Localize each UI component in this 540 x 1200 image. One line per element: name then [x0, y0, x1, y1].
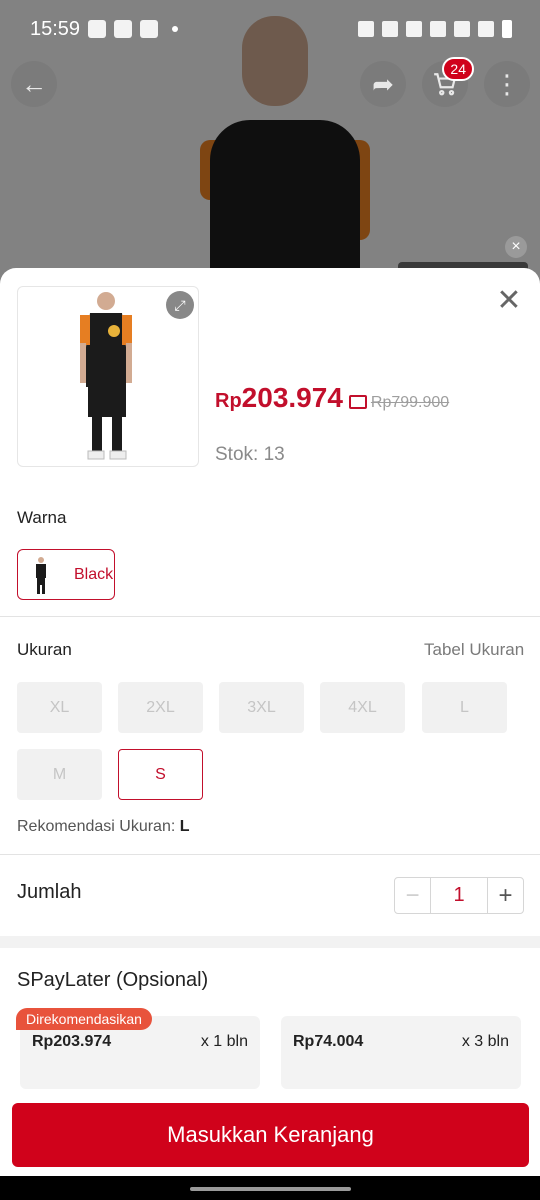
alarm-icon: [382, 21, 398, 37]
size-chart-link[interactable]: Tabel Ukuran: [424, 640, 524, 660]
size-option-2xl[interactable]: 2XL: [118, 682, 203, 733]
status-time: 15:59: [30, 18, 81, 40]
size-option-3xl[interactable]: 3XL: [219, 682, 304, 733]
mute-icon: [406, 21, 422, 37]
price-value: 203.974: [241, 382, 343, 413]
size-recommendation-value: L: [179, 818, 190, 835]
size-option-m[interactable]: M: [17, 749, 102, 800]
status-bar: 15:59: [0, 0, 540, 60]
more-vertical-icon: ⋮: [494, 68, 520, 99]
cart-button[interactable]: 24: [422, 57, 474, 107]
call-icon: [140, 20, 158, 38]
arrow-left-icon: ←: [21, 68, 47, 99]
volte-icon: [454, 21, 470, 37]
section-separator: [0, 936, 540, 948]
recommended-badge: Direkomendasikan: [16, 1008, 152, 1030]
product-thumbnail[interactable]: ⤢: [17, 286, 199, 467]
price-currency: Rp: [215, 390, 242, 412]
wifi-icon: [430, 21, 446, 37]
spaylater-amount: Rp203.974: [32, 1033, 112, 1050]
home-gesture-handle[interactable]: [190, 1187, 351, 1191]
share-button[interactable]: ➦: [360, 61, 406, 107]
color-section-label: Warna: [17, 508, 67, 527]
size-option-4xl[interactable]: 4XL: [320, 682, 405, 733]
size-section-label: Ukuran: [17, 640, 72, 659]
color-thumbnail: [36, 556, 46, 594]
line-app-icon: [114, 20, 132, 38]
cart-count-badge: 24: [442, 57, 474, 81]
stock-label: Stok: 13: [215, 444, 285, 465]
quantity-stepper: − 1 +: [394, 877, 524, 914]
battery-icon: [502, 20, 512, 38]
spaylater-term: x 3 bln: [461, 1033, 509, 1050]
size-recommendation-label: Rekomendasi Ukuran:: [17, 818, 176, 835]
spaylater-title: SPayLater (Opsional): [17, 969, 209, 991]
gallery-icon: [88, 20, 106, 38]
more-notifications-icon: [172, 26, 178, 32]
close-icon: ✕: [496, 284, 522, 317]
close-sheet-button[interactable]: ✕: [494, 286, 524, 316]
price-row: Rp 203.974 Rp799.900: [215, 382, 449, 414]
size-option-xl[interactable]: XL: [17, 682, 102, 733]
color-option-label: Black: [74, 565, 114, 583]
size-option-s[interactable]: S: [118, 749, 203, 800]
quantity-label: Jumlah: [17, 881, 82, 903]
signal-icon: [478, 21, 494, 37]
expand-image-button[interactable]: ⤢: [166, 291, 194, 319]
original-price: Rp799.900: [370, 394, 450, 411]
size-recommendation: Rekomendasi Ukuran: L: [17, 818, 190, 836]
divider: [0, 616, 540, 617]
color-option-black[interactable]: Black: [17, 549, 115, 600]
spaylater-option-2[interactable]: Rp74.004 x 3 bln: [281, 1016, 521, 1089]
quantity-input[interactable]: 1: [431, 878, 487, 913]
quantity-increase-button[interactable]: +: [487, 878, 523, 913]
system-navigation-bar: [0, 1176, 540, 1200]
divider: [0, 854, 540, 855]
share-icon: ➦: [372, 68, 394, 99]
voucher-icon: [348, 395, 367, 409]
variant-bottom-sheet: ⤢ ✕ Rp 203.974 Rp799.900 Stok: 13 Warna …: [0, 268, 540, 1200]
expand-icon: ⤢: [174, 296, 186, 313]
close-icon[interactable]: ×: [505, 236, 527, 258]
add-to-cart-button[interactable]: Masukkan Keranjang: [12, 1103, 529, 1167]
back-button[interactable]: ←: [11, 61, 57, 107]
quantity-decrease-button[interactable]: −: [395, 878, 431, 913]
battery-saver-icon: [358, 21, 374, 37]
size-option-l[interactable]: L: [422, 682, 507, 733]
spaylater-amount: Rp74.004: [293, 1033, 364, 1050]
spaylater-term: x 1 bln: [200, 1033, 248, 1050]
more-options-button[interactable]: ⋮: [484, 61, 530, 107]
